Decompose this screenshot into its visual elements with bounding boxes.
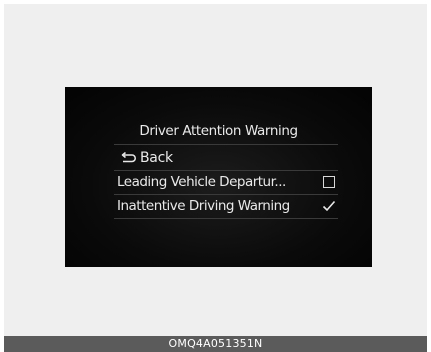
option-label: Inattentive Driving Warning xyxy=(117,198,290,214)
checkmark-icon[interactable] xyxy=(321,199,337,213)
divider xyxy=(114,218,338,219)
image-frame: Driver Attention Warning Back Leading Ve… xyxy=(4,4,427,336)
back-label: Back xyxy=(140,150,173,166)
infotainment-screen: Driver Attention Warning Back Leading Ve… xyxy=(65,87,372,267)
divider xyxy=(114,144,338,145)
return-arrow-icon xyxy=(121,152,136,163)
option-label: Leading Vehicle Departur... xyxy=(117,174,286,190)
option-inattentive-driving-warning[interactable]: Inattentive Driving Warning xyxy=(114,195,338,217)
page-title: Driver Attention Warning xyxy=(139,123,298,139)
back-button[interactable]: Back xyxy=(120,148,173,168)
unchecked-checkbox[interactable] xyxy=(323,176,335,188)
option-leading-vehicle-departure[interactable]: Leading Vehicle Departur... xyxy=(114,171,338,193)
image-code-caption: OMQ4A051351N xyxy=(4,336,427,352)
